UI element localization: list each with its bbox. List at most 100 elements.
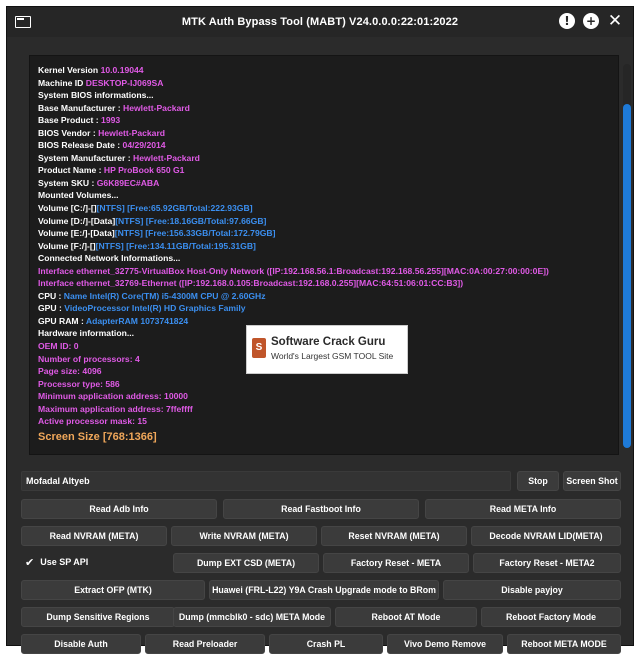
user-name-field[interactable]: Mofadal Altyeb: [21, 471, 511, 491]
log-text: Interface ethernet_32775-VirtualBox Host…: [38, 265, 549, 276]
log-line: Volume [F:/]-[][NTFS] [Free:134.11GB/Tot…: [38, 240, 598, 253]
huawei-frl-l22-y9a-crash-upgrade-mode-to-brom-button[interactable]: Huawei (FRL-L22) Y9A Crash Upgrade mode …: [209, 580, 439, 600]
close-icon[interactable]: ✕: [607, 13, 623, 30]
crash-pl-button[interactable]: Crash PL: [269, 634, 383, 654]
log-text: Volume [D:/]-[Data]: [38, 215, 116, 226]
write-nvram-meta-button[interactable]: Write NVRAM (META): [171, 526, 317, 546]
window-title: MTK Auth Bypass Tool (MABT) V24.0.0.0:22…: [181, 16, 459, 28]
log-text: [NTFS] [Free:18.16GB/Total:97.66GB]: [115, 215, 267, 226]
watermark-subtitle: World's Largest GSM TOOL Site: [271, 351, 394, 361]
log-text: Hewlett-Packard: [133, 152, 200, 163]
log-text: [NTFS] [Free:156.33GB/Total:172.79GB]: [114, 228, 276, 239]
log-line: Active processor mask: 15: [38, 415, 598, 428]
log-text: VideoProcessor Intel(R) HD Graphics Fami…: [64, 303, 246, 314]
log-text: GPU :: [38, 303, 65, 314]
stop-button[interactable]: Stop: [517, 471, 559, 491]
log-text: Base Manufacturer :: [38, 102, 124, 113]
log-line: GPU : VideoProcessor Intel(R) HD Graphic…: [38, 302, 598, 315]
log-text: BIOS Release Date :: [38, 140, 123, 151]
reset-nvram-meta-button[interactable]: Reset NVRAM (META): [321, 526, 467, 546]
app-window: MTK Auth Bypass Tool (MABT) V24.0.0.0:22…: [6, 6, 634, 654]
log-text: Active processor mask: 15: [38, 416, 147, 427]
log-line: Volume [D:/]-[Data][NTFS] [Free:18.16GB/…: [38, 215, 598, 228]
log-text: BIOS Vendor :: [38, 127, 99, 138]
read-fastboot-info-button[interactable]: Read Fastboot Info: [223, 499, 419, 519]
log-line: Base Manufacturer : Hewlett-Packard: [38, 102, 598, 115]
checkmark-icon: ✔: [25, 555, 35, 569]
reboot-at-mode-button[interactable]: Reboot AT Mode: [335, 607, 477, 627]
log-scrollbar[interactable]: [623, 64, 631, 448]
app-window-icon: [15, 16, 31, 28]
watermark-logo-icon: S: [252, 338, 266, 358]
log-text: System Manufacturer :: [38, 152, 134, 163]
extract-ofp-mtk-button[interactable]: Extract OFP (MTK): [21, 580, 205, 600]
log-text: Mounted Volumes...: [38, 190, 119, 201]
dump-sensitive-regions-button[interactable]: Dump Sensitive Regions: [21, 607, 175, 627]
log-text: Page size: 4096: [38, 366, 102, 377]
log-line: System BIOS informations...: [38, 89, 598, 102]
log-line: Base Product : 1993: [38, 114, 598, 127]
log-text: System BIOS informations...: [38, 90, 154, 101]
log-text: Connected Network Informations...: [38, 253, 181, 264]
factory-reset-meta-button[interactable]: Factory Reset - META: [323, 553, 469, 573]
log-text: Minimum application address: 10000: [38, 391, 188, 402]
log-text: Hewlett-Packard: [123, 102, 190, 113]
dump-mmcblk0-sdc-meta-mode-button[interactable]: Dump (mmcblk0 - sdc) META Mode: [173, 607, 331, 627]
log-text: OEM ID: 0: [38, 341, 79, 352]
read-preloader-button[interactable]: Read Preloader: [145, 634, 265, 654]
log-text: GPU RAM :: [38, 315, 86, 326]
log-line: Mounted Volumes...: [38, 189, 598, 202]
log-text: Maximum application address: 7ffeffff: [38, 403, 193, 414]
log-text: Processor type: 586: [38, 378, 120, 389]
log-scrollbar-thumb[interactable]: [623, 104, 631, 448]
log-line: Interface ethernet_32769-Ethernet ([IP:1…: [38, 277, 598, 290]
log-text: Name Intel(R) Core(TM) i5-4300M CPU @ 2.…: [63, 290, 266, 301]
log-text: System SKU :: [38, 177, 97, 188]
add-icon[interactable]: +: [583, 13, 599, 29]
read-nvram-meta-button[interactable]: Read NVRAM (META): [21, 526, 167, 546]
info-icon[interactable]: !: [559, 13, 575, 29]
log-text: AdapterRAM 1073741824: [85, 315, 189, 326]
log-text: Machine ID: [38, 77, 86, 88]
log-line: Kernel Version 10.0.19044: [38, 64, 598, 77]
log-text: Product Name :: [38, 165, 104, 176]
screen-shot-button[interactable]: Screen Shot: [563, 471, 621, 491]
log-line: Interface ethernet_32775-VirtualBox Host…: [38, 265, 598, 278]
vivo-demo-remove-button[interactable]: Vivo Demo Remove: [387, 634, 503, 654]
log-panel[interactable]: Kernel Version 10.0.19044 Machine ID DESK…: [29, 55, 631, 455]
screen-size-text: Screen Size [768:1366]: [38, 430, 157, 443]
log-line: Volume [E:/]-[Data][NTFS] [Free:156.33GB…: [38, 227, 598, 240]
disable-payjoy-button[interactable]: Disable payjoy: [443, 580, 621, 600]
title-bar[interactable]: MTK Auth Bypass Tool (MABT) V24.0.0.0:22…: [7, 7, 633, 37]
log-text: Number of processors: 4: [38, 353, 140, 364]
log-text: HP ProBook 650 G1: [103, 165, 185, 176]
log-text: 10.0.19044: [100, 65, 144, 75]
log-text: Hardware information...: [38, 328, 134, 339]
log-line: BIOS Vendor : Hewlett-Packard: [38, 127, 598, 140]
log-text: G6K89EC#ABA: [96, 177, 160, 188]
log-text: Base Product :: [38, 115, 102, 126]
read-adb-info-button[interactable]: Read Adb Info: [21, 499, 217, 519]
reboot-factory-mode-button[interactable]: Reboot Factory Mode: [481, 607, 621, 627]
log-text: Hewlett-Packard: [98, 127, 166, 138]
log-text: 04/29/2014: [122, 140, 166, 151]
log-line: Connected Network Informations...: [38, 252, 598, 265]
log-line: Product Name : HP ProBook 650 G1: [38, 164, 598, 177]
dump-ext-csd-meta-button[interactable]: Dump EXT CSD (META): [173, 553, 319, 573]
log-text: Volume [F:/]-[]: [38, 240, 96, 251]
log-line: Minimum application address: 10000: [38, 390, 598, 403]
log-text: [NTFS] [Free:65.92GB/Total:222.93GB]: [96, 203, 253, 214]
log-lines: Kernel Version 10.0.19044 Machine ID DESK…: [38, 64, 598, 446]
log-line: System Manufacturer : Hewlett-Packard: [38, 152, 598, 165]
reboot-meta-mode-button[interactable]: Reboot META MODE: [507, 634, 621, 654]
log-text: [NTFS] [Free:134.11GB/Total:195.31GB]: [95, 240, 256, 251]
log-line: Processor type: 586: [38, 378, 598, 391]
use-sp-api-checkbox[interactable]: ✔ Use SP API: [25, 555, 88, 569]
log-text: Interface ethernet_32769-Ethernet ([IP:1…: [38, 278, 464, 289]
log-text: 1993: [101, 115, 121, 126]
disable-auth-button[interactable]: Disable Auth: [21, 634, 141, 654]
decode-nvram-lid-meta-button[interactable]: Decode NVRAM LID(META): [471, 526, 621, 546]
factory-reset-meta2-button[interactable]: Factory Reset - META2: [473, 553, 621, 573]
read-meta-info-button[interactable]: Read META Info: [425, 499, 621, 519]
log-line: System SKU : G6K89EC#ABA: [38, 177, 598, 190]
